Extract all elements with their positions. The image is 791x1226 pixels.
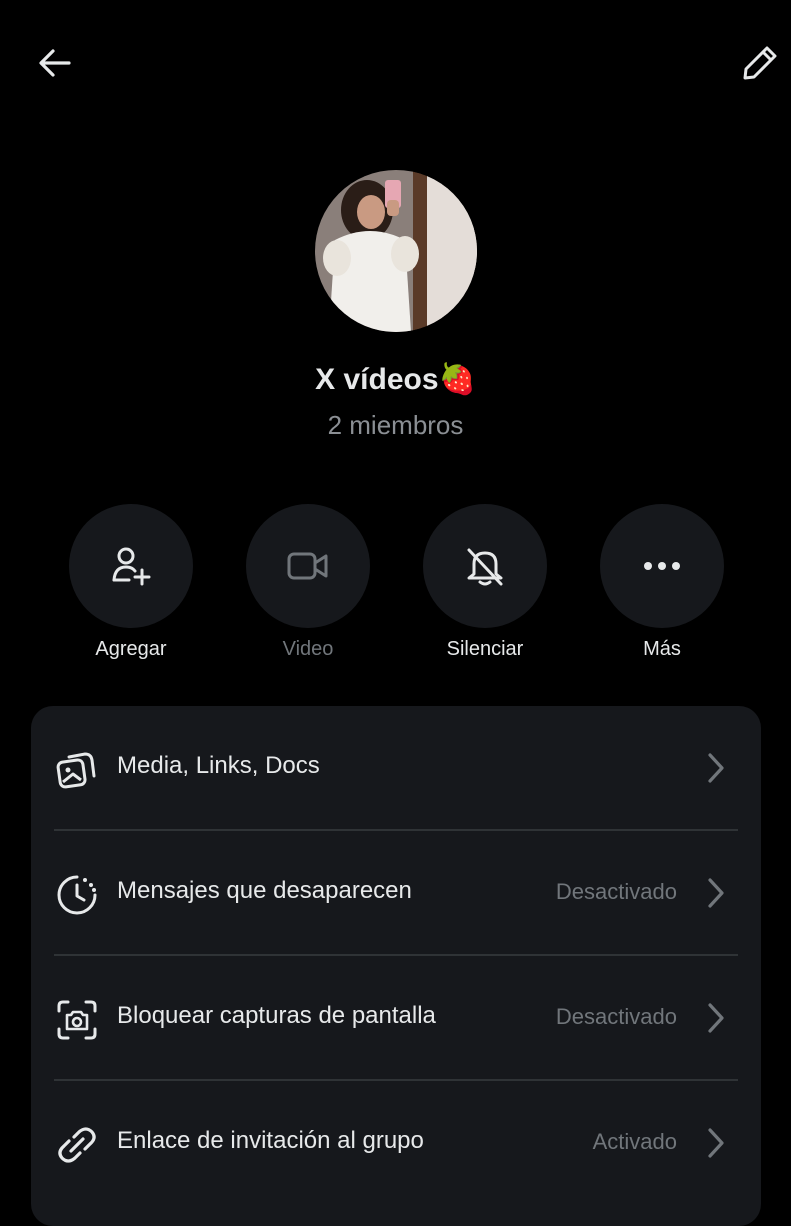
back-button[interactable] (25, 33, 85, 93)
disappearing-messages-row[interactable]: Mensajes que desaparecen Desactivado (31, 831, 761, 955)
video-label: Video (282, 638, 334, 660)
video-action[interactable]: Video (246, 504, 370, 661)
more-button[interactable] (600, 504, 724, 628)
media-links-docs-label: Media, Links, Docs (117, 752, 320, 779)
top-bar (0, 0, 791, 130)
mute-button[interactable] (423, 504, 547, 628)
mute-action[interactable]: Silenciar (423, 504, 547, 661)
disappearing-messages-label: Mensajes que desaparecen (117, 877, 412, 904)
link-icon (58, 1127, 96, 1163)
chevron-right-icon (708, 878, 724, 908)
edit-button[interactable] (730, 33, 790, 93)
timer-icon (57, 875, 97, 915)
avatar-photo (315, 170, 477, 332)
group-invite-link-label: Enlace de invitación al grupo (117, 1127, 424, 1154)
disappearing-messages-value: Desactivado (555, 879, 677, 904)
mute-label: Silenciar (446, 638, 524, 660)
group-name: X vídeos🍓 (315, 363, 476, 396)
add-member-button[interactable] (69, 504, 193, 628)
chevron-right-icon (708, 753, 724, 783)
pencil-icon (743, 46, 777, 80)
screenshot-camera-icon (57, 1000, 97, 1040)
video-camera-icon (287, 552, 328, 580)
block-screenshots-label: Bloquear capturas de pantalla (117, 1002, 436, 1029)
member-count[interactable]: 2 miembros (0, 410, 791, 441)
bell-off-icon (467, 548, 503, 586)
block-screenshots-row[interactable]: Bloquear capturas de pantalla Desactivad… (31, 956, 761, 1080)
chevron-right-icon (708, 1128, 724, 1158)
group-invite-link-value: Activado (592, 1129, 677, 1154)
add-member-label: Agregar (95, 638, 167, 660)
block-screenshots-value: Desactivado (555, 1004, 677, 1029)
settings-card: Media, Links, Docs Mensajes que desapare… (31, 706, 761, 1226)
video-button[interactable] (246, 504, 370, 628)
more-action[interactable]: Más (600, 504, 724, 661)
group-avatar[interactable] (315, 170, 477, 332)
arrow-left-icon (39, 49, 71, 77)
more-dots-icon (644, 562, 680, 570)
more-label: Más (643, 638, 681, 660)
chevron-right-icon (708, 1003, 724, 1033)
group-invite-link-row[interactable]: Enlace de invitación al grupo Activado (31, 1081, 761, 1205)
add-member-action[interactable]: Agregar (69, 504, 193, 661)
add-person-icon (112, 547, 151, 586)
media-links-docs-row[interactable]: Media, Links, Docs (31, 706, 761, 830)
media-stack-icon (56, 752, 96, 789)
